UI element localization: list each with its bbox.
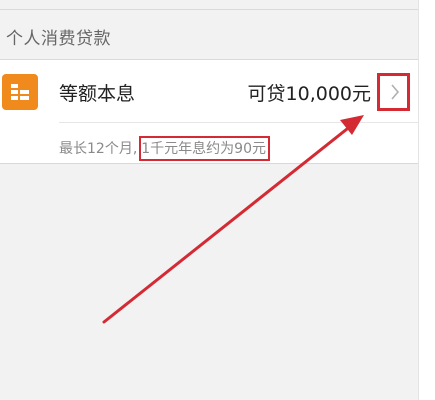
section-title: 个人消费贷款: [6, 29, 111, 49]
coin-stack-glyph: [11, 84, 29, 100]
loan-term-text: 最长12个月,: [59, 141, 138, 157]
loan-product-card[interactable]: 等额本息 可贷10,000元 最长12个月, 1千元年息约为90元: [0, 59, 418, 164]
interest-text: 1千元年息约为90元: [141, 141, 266, 157]
chevron-right-icon[interactable]: [377, 73, 410, 111]
loan-product-row[interactable]: 等额本息 可贷10,000元: [0, 60, 418, 122]
coin-stack-icon: [2, 74, 38, 110]
product-name: 等额本息: [59, 83, 136, 105]
interest-highlight: 1千元年息约为90元: [139, 136, 270, 161]
top-divider: [0, 0, 418, 10]
row-divider: [59, 122, 418, 123]
right-panel-edge: [418, 0, 435, 400]
loan-amount: 可贷10,000元: [247, 83, 371, 105]
chevron-glyph: [391, 84, 400, 100]
loan-terms: 最长12个月, 1千元年息约为90元: [59, 136, 270, 161]
loan-screen: 个人消费贷款 等额本息 可贷10,000元 最长12个月, 1千元年息约为90元: [0, 0, 418, 400]
